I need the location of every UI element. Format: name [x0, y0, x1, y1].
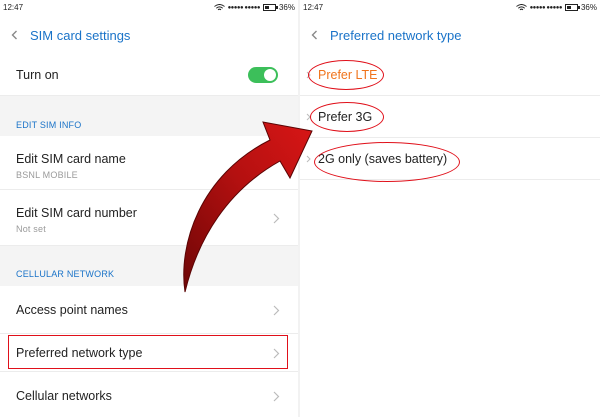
wifi-icon — [213, 4, 225, 11]
access-point-names-label: Access point names — [16, 303, 128, 317]
chevron-right-icon — [273, 305, 280, 316]
wifi-icon — [515, 4, 527, 11]
status-bar: 12:47 ●●●●● ●●●●● 36% — [300, 0, 600, 16]
signal-indicator: ●●●●● ●●●●● — [227, 4, 261, 11]
status-bar: 12:47 ●●●●● ●●●●● 36% — [0, 0, 298, 16]
chevron-right-icon — [273, 391, 280, 402]
header: SIM card settings — [0, 16, 298, 54]
preferred-network-type-screen: 12:47 ●●●●● ●●●●● 36% Preferred network … — [300, 0, 600, 417]
edit-sim-number-value: Not set — [16, 224, 46, 234]
edit-sim-name-value: BSNL MOBILE — [16, 170, 78, 180]
edit-sim-name-label: Edit SIM card name — [16, 152, 126, 166]
battery-percent: 36% — [580, 3, 597, 12]
chevron-right-icon — [306, 155, 311, 163]
turn-on-row[interactable]: Turn on — [0, 54, 298, 96]
battery-percent: 36% — [278, 3, 295, 12]
turn-on-toggle[interactable] — [248, 67, 278, 83]
toggle-knob — [264, 69, 276, 81]
edit-sim-number-label: Edit SIM card number — [16, 206, 137, 220]
edit-sim-name-row[interactable]: Edit SIM card name BSNL MOBILE — [0, 136, 298, 190]
edit-sim-number-row[interactable]: Edit SIM card number Not set — [0, 190, 298, 246]
turn-on-label: Turn on — [16, 68, 59, 82]
section-label: CELLULAR NETWORK — [16, 269, 115, 279]
annotation-ellipse — [308, 60, 384, 90]
highlight-box — [8, 335, 288, 369]
signal-indicator: ●●●●● ●●●●● — [529, 4, 563, 11]
annotation-ellipse — [314, 142, 460, 182]
battery-icon — [262, 4, 278, 11]
battery-icon — [564, 4, 580, 11]
annotation-ellipse — [310, 102, 384, 132]
page-title: Preferred network type — [330, 27, 462, 43]
cellular-networks-row[interactable]: Cellular networks — [0, 372, 298, 417]
status-time: 12:47 — [3, 3, 24, 12]
section-header-edit-sim: EDIT SIM INFO — [0, 96, 298, 136]
cellular-networks-label: Cellular networks — [16, 389, 112, 403]
back-icon[interactable] — [10, 30, 20, 40]
section-header-cellular: CELLULAR NETWORK — [0, 246, 298, 286]
back-icon[interactable] — [310, 30, 320, 40]
page-title: SIM card settings — [30, 27, 131, 43]
status-time: 12:47 — [303, 3, 324, 12]
header: Preferred network type — [300, 16, 600, 54]
section-label: EDIT SIM INFO — [16, 120, 82, 130]
sim-card-settings-screen: 12:47 ●●●●● ●●●●● 36% SIM card settings … — [0, 0, 298, 417]
chevron-right-icon — [273, 213, 280, 224]
access-point-names-row[interactable]: Access point names — [0, 286, 298, 334]
